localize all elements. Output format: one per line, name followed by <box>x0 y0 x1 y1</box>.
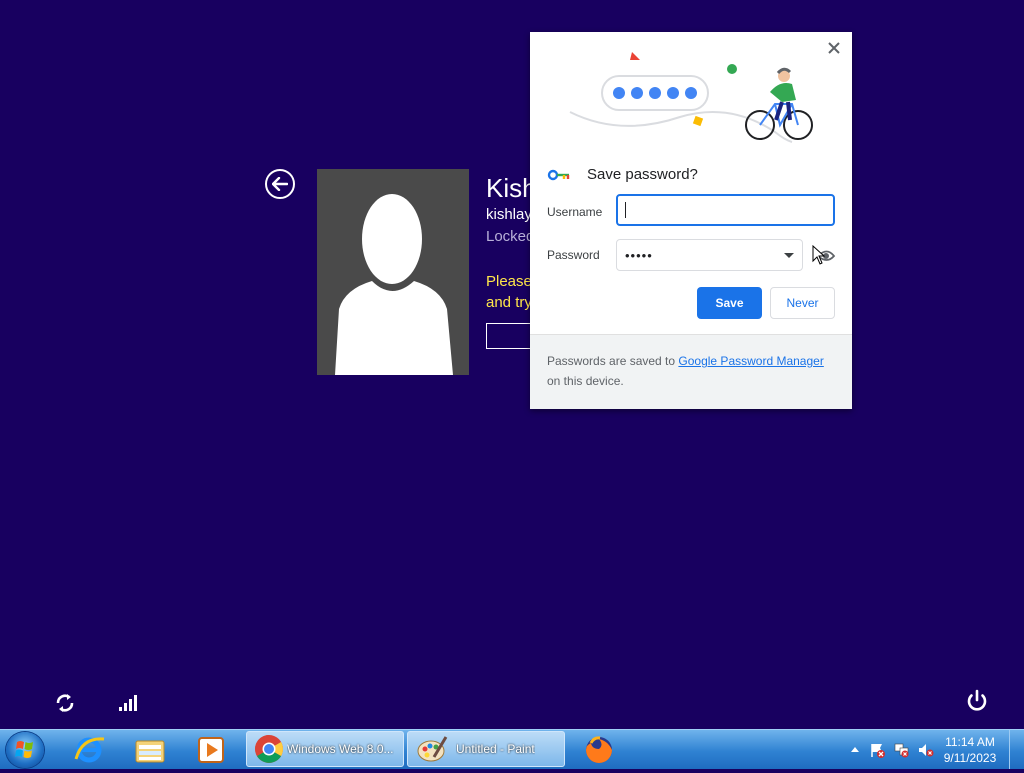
user-status: Locked <box>486 228 535 245</box>
user-avatar <box>317 169 469 375</box>
key-icon <box>547 169 570 180</box>
firefox-icon[interactable] <box>582 733 616 766</box>
taskbar-item-paint[interactable]: Untitled - Paint <box>407 731 565 767</box>
lock-message-line1: Please <box>486 273 532 290</box>
taskbar: Windows Web 8.0... Untitled - Paint 11:1… <box>0 729 1024 769</box>
system-tray: 11:14 AM 9/11/2023 <box>844 730 1024 769</box>
never-button[interactable]: Never <box>770 287 835 319</box>
username-input[interactable] <box>616 194 835 226</box>
action-center-flag-icon[interactable] <box>870 742 886 758</box>
taskbar-item-paint-label: Untitled - Paint <box>456 742 535 756</box>
bubble-title-row: Save password? <box>547 166 698 183</box>
username-label: Username <box>547 205 603 219</box>
bubble-footer: Passwords are saved to Google Password M… <box>530 334 852 409</box>
network-signal-icon[interactable] <box>118 693 138 711</box>
lock-message-line2: and try <box>486 294 532 311</box>
chevron-down-icon <box>784 252 794 258</box>
arrow-left-icon <box>272 177 288 191</box>
clock-time: 11:14 AM <box>945 735 995 749</box>
password-label: Password <box>547 248 600 262</box>
volume-muted-icon[interactable] <box>918 742 934 758</box>
taskbar-item-chrome-label: Windows Web 8.0... <box>287 742 394 756</box>
footer-text-suffix: on this device. <box>547 374 624 388</box>
password-masked-value: ••••• <box>625 247 653 263</box>
back-button[interactable] <box>265 169 295 199</box>
bubble-title: Save password? <box>587 166 698 183</box>
start-button[interactable] <box>6 732 44 768</box>
clock-date: 9/11/2023 <box>943 751 997 765</box>
show-password-eye-icon[interactable] <box>812 245 836 267</box>
person-silhouette-icon <box>335 194 453 375</box>
chrome-icon <box>255 735 283 763</box>
show-desktop-button[interactable] <box>1009 730 1024 769</box>
internet-explorer-icon[interactable] <box>72 733 106 766</box>
power-icon[interactable] <box>965 689 989 713</box>
clock[interactable]: 11:14 AM 9/11/2023 <box>939 734 1001 766</box>
close-icon[interactable] <box>826 40 842 56</box>
user-email: kishlay <box>486 206 532 223</box>
password-illustration <box>569 52 813 143</box>
ease-of-access-icon[interactable] <box>54 692 76 714</box>
save-button[interactable]: Save <box>697 287 762 319</box>
media-player-icon[interactable] <box>194 733 228 766</box>
save-password-bubble: Save password? Username Password ••••• S… <box>530 32 852 409</box>
user-name: Kish <box>486 173 537 203</box>
text-cursor <box>625 202 626 218</box>
network-status-icon[interactable] <box>894 742 910 758</box>
footer-text-prefix: Passwords are saved to <box>547 354 679 368</box>
password-select[interactable]: ••••• <box>616 239 803 271</box>
google-password-manager-link[interactable]: Google Password Manager <box>678 354 823 368</box>
chevron-up-icon[interactable] <box>850 745 860 753</box>
file-explorer-icon[interactable] <box>133 733 167 766</box>
windows-logo-icon <box>15 741 33 758</box>
taskbar-item-chrome[interactable]: Windows Web 8.0... <box>246 731 404 767</box>
paint-icon <box>417 736 448 762</box>
